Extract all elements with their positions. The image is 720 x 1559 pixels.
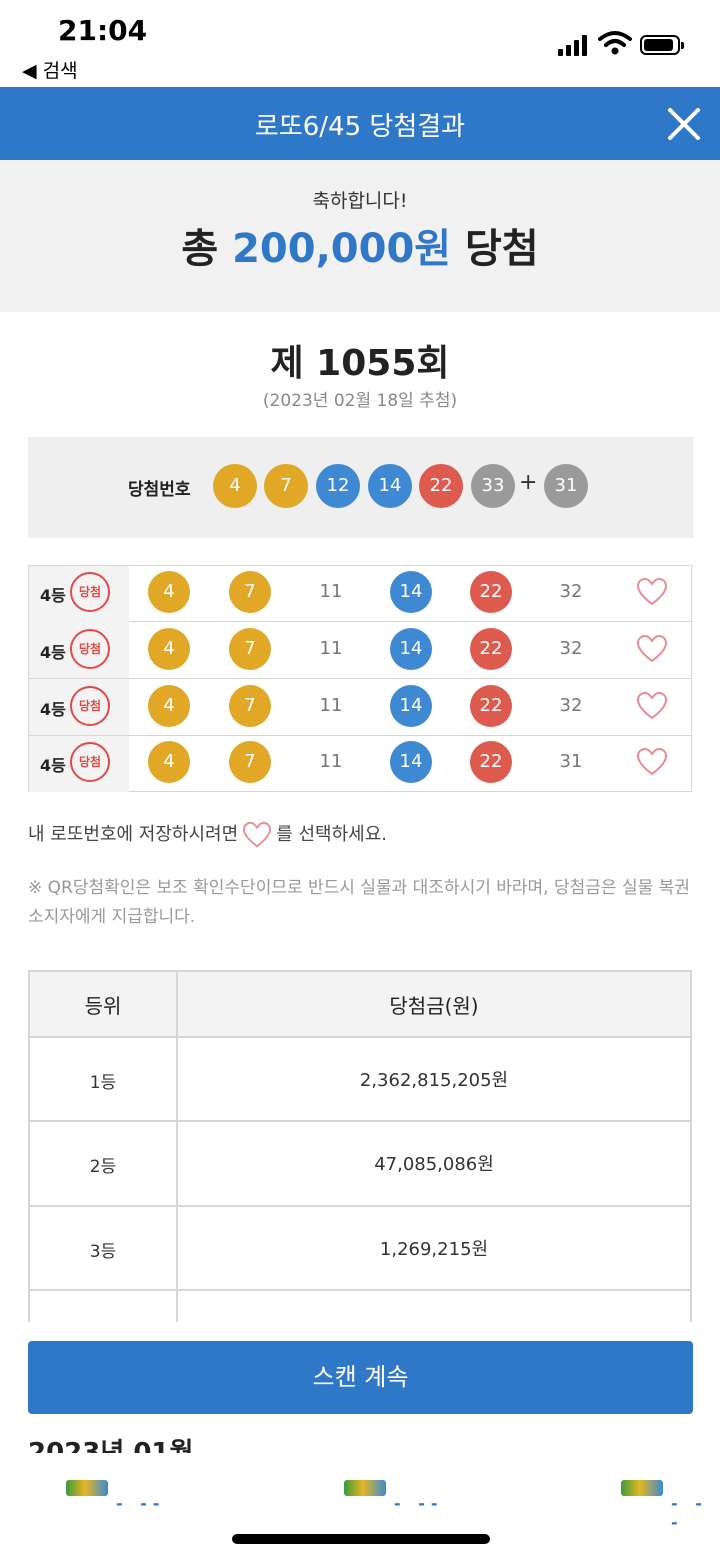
win-stamp: 당첨 [70,742,110,782]
ticket-ball: 4 [148,685,190,727]
heart-icon[interactable] [636,691,668,721]
wifi-icon [598,31,632,55]
ticket-rank: 4등 [40,586,66,605]
win-stamp: 당첨 [70,686,110,726]
heart-icon [243,821,272,848]
column-divider [176,972,178,1322]
congrats-subtitle: 축하합니다! [312,190,408,212]
ticket-ball: 4 [148,741,190,783]
ticket-ball: 22 [470,628,512,670]
ticket-ball: 4 [148,628,190,670]
ticket-number: 11 [319,638,343,659]
home-indicator [232,1534,490,1544]
ticket-ball: 22 [470,685,512,727]
heart-icon[interactable] [636,747,668,777]
status-time: 21:04 [58,14,148,47]
ticket-ball: 14 [390,741,432,783]
total-prize: 총 200,000원 당첨 [0,216,720,274]
round-title: 제 1055회 [270,343,450,384]
winning-ball: 22 [419,464,463,508]
ticket-ball: 7 [229,741,271,783]
page-title: 로또6/45 당첨결과 [254,112,466,142]
close-icon[interactable] [664,104,704,144]
save-hint-before: 내 로또번호에 저장하시려면 [28,824,239,845]
background-dash: - -- [116,1494,166,1513]
column-header-amount: 당첨금(원) [389,994,479,1018]
win-stamp: 당첨 [70,572,110,612]
winning-ball: 33 [471,464,515,508]
total-prize-suffix: 당첨 [465,226,539,272]
ticket-number: 32 [559,695,583,716]
ticket-number: 31 [559,751,583,772]
bonus-plus-sign: + [519,470,538,495]
ticket-rank: 4등 [40,700,66,719]
ticket-ball: 22 [470,741,512,783]
continue-scan-button[interactable]: 스캔 계속 [28,1341,693,1414]
ticket-number: 11 [319,581,343,602]
bonus-ball: 31 [544,464,588,508]
ticket-ball: 7 [229,571,271,613]
draw-date: (2023년 02월 18일 추첨) [262,391,458,411]
lotto-logo-icon [621,1480,663,1496]
ticket-number: 32 [559,581,583,602]
ticket-ball: 7 [229,628,271,670]
ticket-rank: 4등 [40,643,66,662]
ticket-number: 11 [319,751,343,772]
ticket-ball: 7 [229,685,271,727]
row-divider [30,1036,690,1038]
prize-rank: 3등 [89,1242,117,1262]
ticket-ball: 22 [470,571,512,613]
ticket-ball: 4 [148,571,190,613]
qr-notice: ※ QR당첨확인은 보조 확인수단이므로 반드시 실물과 대조하시기 바라며, … [28,878,690,927]
background-dash: - -- [394,1494,444,1513]
total-prize-amount: 200,000원 [232,226,452,272]
lotto-logo-icon [66,1480,108,1496]
column-header-rank: 등위 [84,994,122,1018]
row-divider [30,1205,690,1207]
prize-rank: 2등 [89,1157,117,1177]
prize-amount: 2,362,815,205원 [359,1070,509,1091]
ticket-ball: 14 [390,571,432,613]
prize-amount: 1,269,215원 [379,1239,489,1260]
save-hint: 내 로또번호에 저장하시려면 를 선택하세요. [28,820,387,849]
signal-icon [558,34,590,56]
ticket-ball: 14 [390,685,432,727]
row-divider [30,1289,690,1291]
background-date-fragment: 2023년 01월 [28,1438,194,1453]
ticket-number: 11 [319,695,343,716]
winning-ball: 14 [368,464,412,508]
background-dash: - -- [671,1494,708,1532]
winning-ball: 12 [316,464,360,508]
ticket-ball: 14 [390,628,432,670]
prize-amount: 47,085,086원 [374,1154,494,1175]
heart-icon[interactable] [636,577,668,607]
ticket-rank: 4등 [40,756,66,775]
winning-numbers-label: 당첨번호 [128,480,191,500]
row-divider [30,1120,690,1122]
winning-ball: 4 [213,464,257,508]
prize-rank: 1등 [89,1073,117,1093]
battery-icon [640,35,684,55]
total-prize-prefix: 총 [181,226,219,272]
lotto-logo-icon [344,1480,386,1496]
heart-icon[interactable] [636,634,668,664]
winning-ball: 7 [264,464,308,508]
ticket-number: 32 [559,638,583,659]
save-hint-after: 를 선택하세요. [276,824,387,845]
back-to-search-link[interactable]: ◀ 검색 [22,56,78,83]
win-stamp: 당첨 [70,629,110,669]
